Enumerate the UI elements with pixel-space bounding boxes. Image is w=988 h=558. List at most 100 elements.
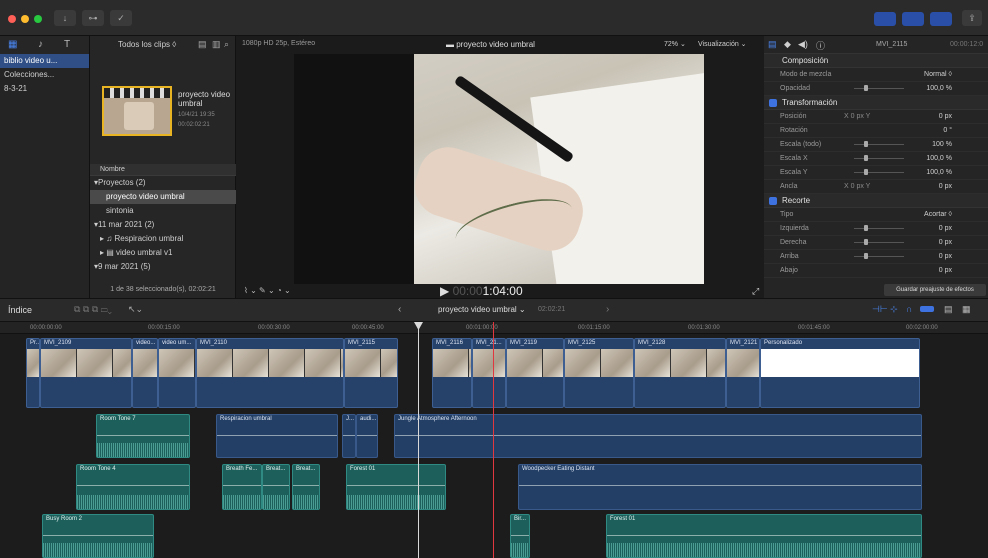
param-slider[interactable]	[854, 169, 904, 175]
inspector-row[interactable]: Modo de mezcla Normal ◊	[764, 68, 988, 82]
library-item[interactable]: Colecciones...	[0, 68, 89, 82]
video-inspector-icon[interactable]: ▤	[768, 39, 777, 50]
inspector-row[interactable]: Arriba 0 px	[764, 250, 988, 264]
param-value[interactable]: Normal ◊	[924, 68, 952, 82]
param-value[interactable]: 100,0 %	[926, 166, 952, 180]
inspector-row[interactable]: Escala Y 100,0 %	[764, 166, 988, 180]
keyword-icon[interactable]: ⊶	[82, 10, 104, 26]
audio-clip[interactable]: Breat...	[262, 464, 290, 510]
video-clip[interactable]: MVI_2109	[40, 338, 132, 408]
video-clip[interactable]: MVI_2110	[196, 338, 344, 408]
color-inspector-icon[interactable]: ◆	[784, 39, 791, 50]
video-clip[interactable]: MVI_2119	[506, 338, 564, 408]
param-slider[interactable]	[854, 141, 904, 147]
viewer-tools[interactable]: ⌇ ⌄ ✎ ⌄ ◔ ⌄	[244, 286, 291, 295]
volume-line[interactable]	[217, 435, 337, 436]
show-timeline-button[interactable]	[902, 12, 924, 26]
audio-clip[interactable]: Respiracion umbral	[216, 414, 338, 458]
inspector-row[interactable]: Izquierda 0 px	[764, 222, 988, 236]
headphones-icon[interactable]: ∩	[906, 304, 912, 314]
param-value[interactable]: 0 px	[939, 222, 952, 236]
inspector-section[interactable]: Composición	[764, 54, 988, 68]
param-value[interactable]: 100,0 %	[926, 82, 952, 96]
save-preset-button[interactable]: Guardar preajuste de efectos	[884, 284, 986, 296]
volume-line[interactable]	[343, 435, 355, 436]
video-clip[interactable]: Pr...	[26, 338, 40, 408]
audio-clip[interactable]: Forest 01	[606, 514, 922, 558]
param-value[interactable]: 0 px	[939, 236, 952, 250]
audio-clip[interactable]: Woodpecker Eating Distant	[518, 464, 922, 510]
close-window-button[interactable]	[8, 15, 16, 23]
video-clip[interactable]: MVI_2116	[432, 338, 472, 408]
volume-line[interactable]	[511, 535, 529, 536]
audio-inspector-icon[interactable]: ◀)	[798, 39, 808, 50]
video-frame[interactable]	[294, 54, 704, 284]
section-checkbox[interactable]	[769, 99, 777, 107]
share-icon[interactable]: ⇪	[962, 10, 982, 26]
timeline-project-menu[interactable]: proyecto video umbral ⌄	[438, 305, 526, 314]
param-slider[interactable]	[854, 155, 904, 161]
list-item[interactable]: ▸ ▤ video umbral v1	[90, 246, 236, 260]
photos-icon[interactable]: ♪	[38, 39, 43, 50]
volume-line[interactable]	[97, 435, 189, 436]
inspector-row[interactable]: Posición X 0 px Y 0 px	[764, 110, 988, 124]
show-browser-button[interactable]	[874, 12, 896, 26]
inspector-row[interactable]: Escala X 100,0 %	[764, 152, 988, 166]
param-value[interactable]: 0 px	[939, 110, 952, 124]
clip-appearance-icon[interactable]: ▤	[198, 39, 207, 50]
audio-clip[interactable]: Room Tone 4	[76, 464, 190, 510]
clip-appearance-icon[interactable]: ▤	[944, 304, 953, 315]
project-thumbnail[interactable]	[102, 86, 172, 136]
search-icon[interactable]: ⌕	[224, 39, 229, 50]
select-tool-icon[interactable]: ↖⌄	[128, 304, 143, 315]
view-menu[interactable]: Visualización ⌄	[698, 40, 747, 48]
show-inspector-button[interactable]	[930, 12, 952, 26]
audio-clip[interactable]: audi...	[356, 414, 378, 458]
filmstrip-icon[interactable]: ▥	[212, 39, 221, 50]
audio-clip[interactable]: Forest 01	[346, 464, 446, 510]
param-slider[interactable]	[854, 225, 904, 231]
volume-line[interactable]	[395, 435, 921, 436]
info-inspector-icon[interactable]: ⓘ	[816, 39, 825, 52]
audio-clip[interactable]: Jungle Atmosphere Afternoon	[394, 414, 922, 458]
volume-line[interactable]	[347, 485, 445, 486]
volume-line[interactable]	[357, 435, 377, 436]
volume-line[interactable]	[607, 535, 921, 536]
volume-line[interactable]	[43, 535, 153, 536]
fullscreen-icon[interactable]: ⤢	[752, 286, 759, 297]
audio-clip[interactable]: Room Tone 7	[96, 414, 190, 458]
volume-line[interactable]	[519, 485, 921, 486]
titles-icon[interactable]: T	[64, 39, 70, 50]
param-value[interactable]: 0 °	[943, 124, 952, 138]
inspector-row[interactable]: Abajo 0 px	[764, 264, 988, 278]
volume-line[interactable]	[263, 485, 289, 486]
volume-line[interactable]	[223, 485, 261, 486]
index-button[interactable]: Índice	[8, 305, 32, 315]
history-forward-icon[interactable]: ›	[606, 304, 609, 315]
list-item[interactable]: ▾9 mar 2021 (5)	[90, 260, 236, 274]
library-item[interactable]: biblio video u...	[0, 54, 89, 68]
effects-browser-icon[interactable]: ▦	[962, 304, 971, 315]
libraries-icon[interactable]: ▦	[8, 39, 17, 50]
import-icon[interactable]: ↓	[54, 10, 76, 26]
zoom-slider[interactable]	[920, 306, 934, 312]
video-clip[interactable]: Personalizado	[760, 338, 920, 408]
inspector-row[interactable]: Escala (todo) 100 %	[764, 138, 988, 152]
audio-clip[interactable]: Breat...	[292, 464, 320, 510]
list-item-selected[interactable]: proyecto video umbral	[90, 190, 236, 204]
param-slider[interactable]	[854, 85, 904, 91]
video-clip[interactable]: MVI_2125	[564, 338, 634, 408]
param-value[interactable]: 100,0 %	[926, 152, 952, 166]
audio-clip[interactable]: Busy Room 2	[42, 514, 154, 558]
video-clip[interactable]: video...	[132, 338, 158, 408]
param-value[interactable]: 100 %	[932, 138, 952, 152]
inspector-section[interactable]: Transformación	[764, 96, 988, 110]
param-value[interactable]: 0 px	[939, 180, 952, 194]
volume-line[interactable]	[293, 485, 319, 486]
inspector-row[interactable]: Ancla X 0 px Y 0 px	[764, 180, 988, 194]
video-clip[interactable]: MVI_2115	[344, 338, 398, 408]
time-ruler[interactable]: 00:00:00:00 00:00:15:00 00:00:30:00 00:0…	[0, 322, 988, 334]
audio-clip[interactable]: J...	[342, 414, 356, 458]
minimize-window-button[interactable]	[21, 15, 29, 23]
inspector-row[interactable]: Tipo Acortar ◊	[764, 208, 988, 222]
